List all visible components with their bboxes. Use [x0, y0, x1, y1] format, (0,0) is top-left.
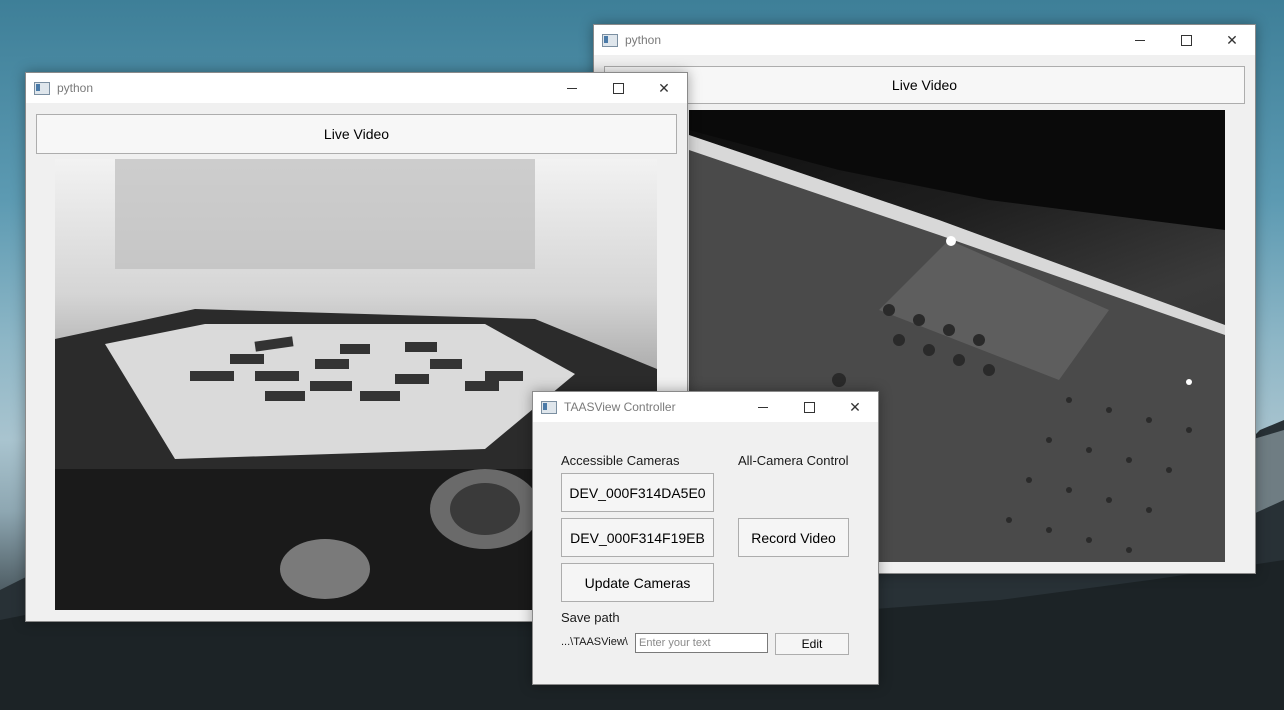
window-title: TAASView Controller: [564, 400, 676, 414]
close-icon[interactable]: [641, 73, 687, 103]
camera-button-1[interactable]: DEV_000F314DA5E0: [561, 473, 714, 512]
camera-button-2[interactable]: DEV_000F314F19EB: [561, 518, 714, 557]
window-app-icon: [541, 400, 557, 414]
window-app-icon: [34, 81, 50, 95]
live-video-button[interactable]: Live Video: [36, 114, 677, 154]
maximize-icon[interactable]: [1163, 25, 1209, 55]
accessible-cameras-label: Accessible Cameras: [561, 453, 680, 468]
save-path-input[interactable]: [635, 633, 768, 653]
save-path-value: ...\TAASView\: [561, 636, 628, 648]
minimize-icon[interactable]: [740, 392, 786, 422]
close-icon[interactable]: [832, 392, 878, 422]
minimize-icon[interactable]: [1117, 25, 1163, 55]
taasview-controller-window: TAASView Controller Accessible Cameras A…: [532, 391, 879, 685]
record-video-button[interactable]: Record Video: [738, 518, 849, 557]
title-bar[interactable]: TAASView Controller: [533, 392, 878, 422]
minimize-icon[interactable]: [549, 73, 595, 103]
close-icon[interactable]: [1209, 25, 1255, 55]
maximize-icon[interactable]: [595, 73, 641, 103]
save-path-label: Save path: [561, 610, 620, 625]
window-title: python: [57, 81, 94, 95]
title-bar[interactable]: python: [594, 25, 1255, 55]
window-app-icon: [602, 33, 618, 47]
maximize-icon[interactable]: [786, 392, 832, 422]
live-video-button[interactable]: Live Video: [604, 66, 1245, 104]
update-cameras-button[interactable]: Update Cameras: [561, 563, 714, 602]
title-bar[interactable]: python: [26, 73, 687, 103]
edit-button[interactable]: Edit: [775, 633, 849, 655]
window-title: python: [625, 33, 662, 47]
all-camera-control-label: All-Camera Control: [738, 453, 849, 468]
